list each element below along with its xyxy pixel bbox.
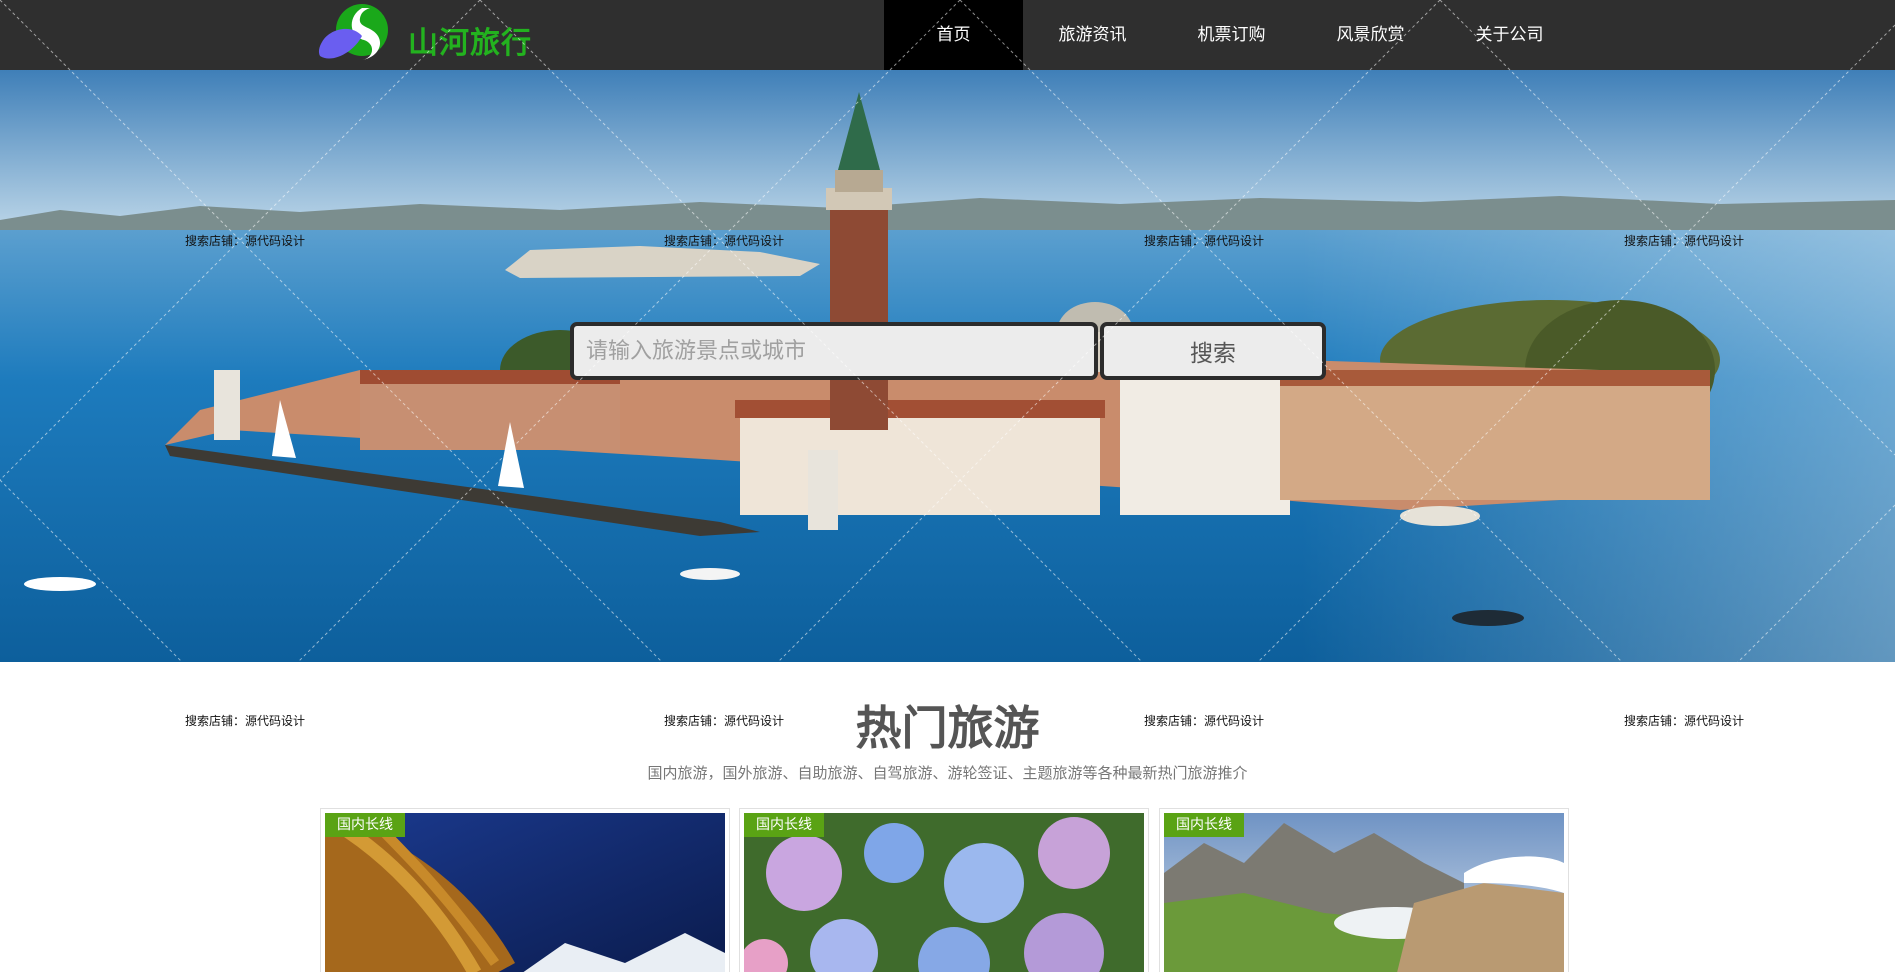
watermark-text: 搜索店铺：源代码设计	[664, 234, 785, 248]
card-badge: 国内长线	[744, 813, 824, 837]
hero-banner: 搜索	[0, 70, 1895, 662]
logo-leaf-icon	[318, 4, 388, 60]
watermark-text: 搜索店铺：源代码设计	[1624, 234, 1745, 248]
tour-card-image[interactable]: 国内长线	[325, 813, 725, 972]
nav-item-travel-news[interactable]: 旅游资讯	[1023, 0, 1162, 70]
nav-item-scenery[interactable]: 风景欣赏	[1301, 0, 1440, 70]
section-subtitle: 国内旅游，国外旅游、自助旅游、自驾旅游、游轮签证、主题旅游等各种最新热门旅游推介	[647, 764, 1248, 782]
watermark-text: 搜索店铺：源代码设计	[185, 234, 306, 248]
search-input[interactable]	[570, 322, 1098, 380]
search-button[interactable]: 搜索	[1100, 322, 1326, 380]
nav-item-about[interactable]: 关于公司	[1440, 0, 1579, 70]
tour-card-image[interactable]: 国内长线	[744, 813, 1144, 972]
nav-item-home[interactable]: 首页	[884, 0, 1023, 70]
site-logo[interactable]: 山河旅行社	[318, 2, 558, 105]
section-title: 热门旅游	[855, 701, 1040, 755]
top-header: 山河旅行社 首页 旅游资讯 机票订购 风景欣赏 关于公司	[0, 0, 1895, 105]
nav-item-flight-booking[interactable]: 机票订购	[1162, 0, 1301, 70]
card-badge: 国内长线	[1164, 813, 1244, 837]
tour-card[interactable]: 国内长线	[320, 808, 730, 972]
tour-card-image[interactable]: 国内长线	[1164, 813, 1564, 972]
tour-card[interactable]: 国内长线	[739, 808, 1149, 972]
main-nav: 首页 旅游资讯 机票订购 风景欣赏 关于公司	[884, 0, 1579, 70]
watermark-text: 搜索店铺：源代码设计	[1144, 234, 1265, 248]
tour-card[interactable]: 国内长线	[1159, 808, 1569, 972]
card-badge: 国内长线	[325, 813, 405, 837]
search-bar: 搜索	[570, 322, 1326, 380]
